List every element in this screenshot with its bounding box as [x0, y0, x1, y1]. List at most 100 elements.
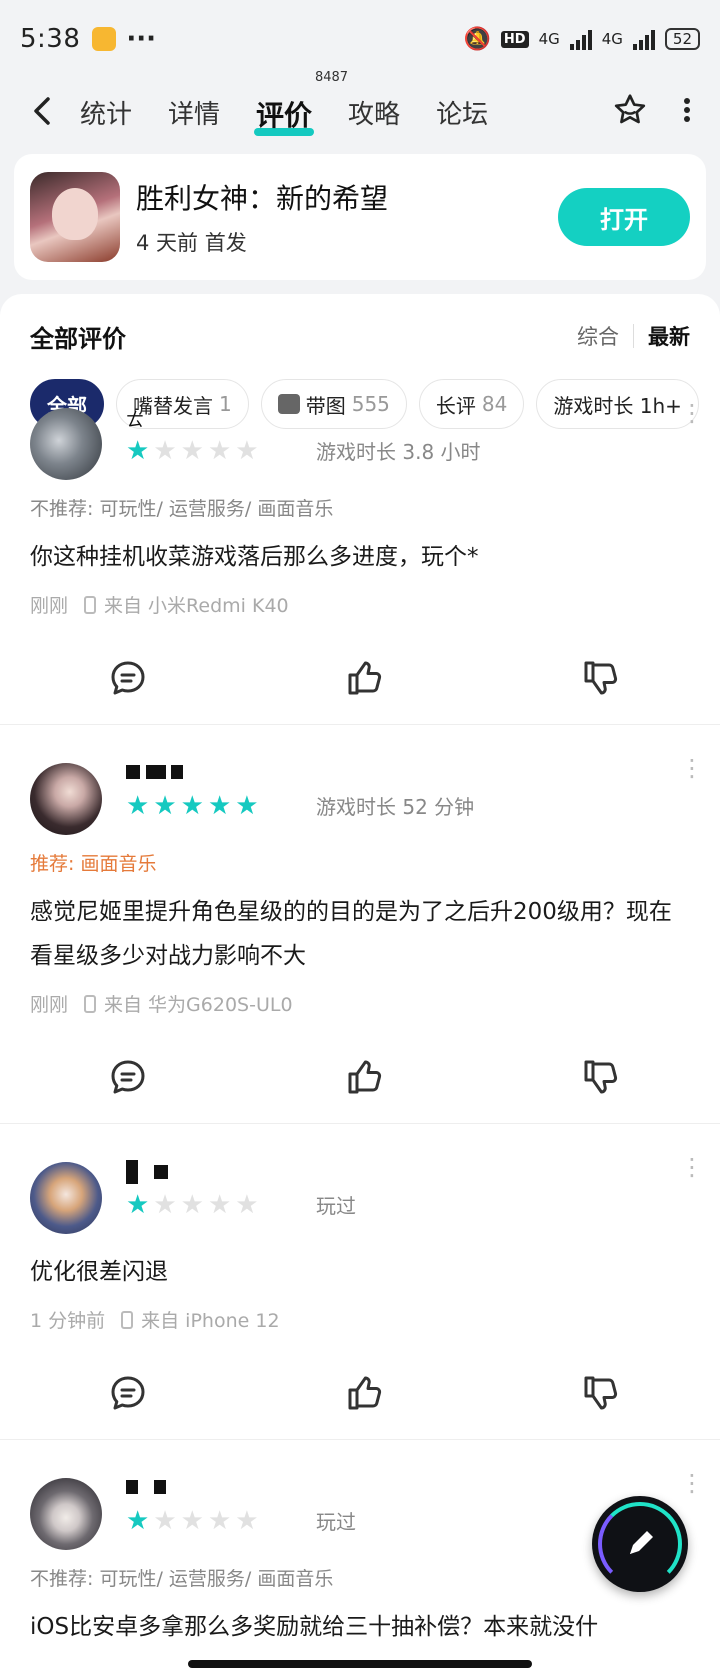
sort-comprehensive[interactable]: 综合 [577, 321, 619, 351]
tab-reviews-count: 8487 [314, 70, 349, 85]
star-icon: ★ [180, 791, 204, 821]
rating-stars: ★ ★ ★ ★ ★ [126, 793, 259, 819]
comment-icon[interactable] [108, 1057, 148, 1097]
redacted-name [126, 765, 140, 779]
star-icon: ★ [207, 1506, 232, 1536]
review-content[interactable]: 感觉尼姬里提升角色星级的的目的是为了之后升200级用？现在看星级多少对战力影响不… [30, 890, 690, 978]
status-bar: 5:38 ··· 🔕 HD 4G 4G 52 [0, 0, 720, 78]
favorite-star-icon[interactable] [612, 92, 648, 136]
review-list: ㄊ ★ ★ ★ ★ ★ 游戏时长 3.8 小时 ⋮ 不推荐: 可玩性/ 运营服务… [0, 401, 720, 1649]
review-time: 刚刚 [30, 595, 69, 617]
network-label-2: 4G [601, 30, 623, 48]
thumb-down-icon[interactable] [580, 658, 620, 698]
redacted-name [126, 1160, 138, 1184]
review-content[interactable]: 你这种挂机收菜游戏落后那么多进度，玩个* [30, 535, 690, 579]
review-more-icon[interactable]: ⋮ [680, 1155, 704, 1179]
tab-reviews[interactable]: 评价 8487 [254, 70, 348, 138]
home-indicator[interactable] [188, 1660, 532, 1668]
review-more-icon[interactable]: ⋮ [680, 1471, 704, 1495]
username[interactable]: ㄊ [126, 406, 144, 432]
tab-forum[interactable]: 论坛 [436, 90, 488, 138]
tab-reviews-label: 评价 [256, 99, 313, 132]
avatar[interactable] [30, 1162, 102, 1234]
review-tags: 不推荐: 可玩性/ 运营服务/ 画面音乐 [30, 1568, 334, 1590]
star-icon: ★ [126, 1506, 150, 1536]
playtime: 玩过 [316, 1510, 356, 1534]
username[interactable] [126, 1476, 166, 1497]
review-more-icon[interactable]: ⋮ [680, 756, 704, 780]
thumb-up-icon[interactable] [344, 658, 384, 698]
review-actions [30, 1347, 690, 1439]
top-nav: 统计 详情 评价 8487 攻略 论坛 [0, 70, 720, 150]
star-icon: ★ [126, 436, 150, 466]
write-review-button[interactable] [592, 1496, 688, 1592]
comment-icon[interactable] [108, 1373, 148, 1413]
review-meta: 1 分钟前 来自 iPhone 12 [30, 1306, 690, 1333]
avatar[interactable] [30, 763, 102, 835]
game-icon [30, 172, 120, 262]
review-content[interactable]: 优化很差闪退 [30, 1250, 690, 1294]
clock: 5:38 [20, 24, 81, 54]
avatar[interactable] [30, 1478, 102, 1550]
star-icon: ★ [235, 436, 259, 466]
review-device: 来自 华为G620S-UL0 [104, 994, 293, 1016]
thumb-up-icon[interactable] [344, 1373, 384, 1413]
playtime: 游戏时长 52 分钟 [316, 795, 475, 819]
game-title: 胜利女神：新的希望 [136, 182, 389, 215]
review-item: ㄊ ★ ★ ★ ★ ★ 游戏时长 3.8 小时 ⋮ 不推荐: 可玩性/ 运营服务… [0, 398, 720, 725]
redacted-name [171, 765, 184, 779]
review-actions [30, 1031, 690, 1123]
username[interactable] [126, 761, 184, 782]
star-icon: ★ [207, 1190, 232, 1220]
reviews-title: 全部评价 [30, 324, 126, 353]
thumb-up-icon[interactable] [344, 1057, 384, 1097]
mute-bell-icon: 🔕 [463, 26, 491, 52]
more-vertical-icon[interactable] [682, 95, 692, 133]
tab-stats[interactable]: 统计 [80, 90, 132, 138]
star-icon: ★ [153, 436, 177, 466]
redacted-name [145, 765, 166, 779]
star-icon: ★ [180, 1506, 204, 1536]
redacted-name [153, 1165, 168, 1179]
star-icon: ★ [235, 1190, 259, 1220]
sort-divider [633, 324, 634, 348]
back-chevron-icon[interactable] [28, 94, 68, 135]
open-game-button[interactable]: 打开 [558, 188, 690, 246]
star-icon: ★ [153, 1190, 177, 1220]
rating-stars: ★ ★ ★ ★ ★ [126, 1192, 259, 1218]
star-icon: ★ [235, 791, 259, 821]
review-content[interactable]: iOS比安卓多拿那么多奖励就给三十抽补偿？本来就没什 [30, 1605, 690, 1649]
thumb-down-icon[interactable] [580, 1057, 620, 1097]
playtime: 玩过 [316, 1194, 356, 1218]
review-time: 刚刚 [30, 994, 69, 1016]
star-icon: ★ [180, 436, 204, 466]
sort-newest[interactable]: 最新 [648, 321, 690, 351]
review-device: 来自 小米Redmi K40 [104, 595, 289, 617]
rating-stars: ★ ★ ★ ★ ★ [126, 1508, 259, 1534]
more-notifications-icon: ··· [126, 24, 157, 54]
avatar[interactable] [30, 408, 102, 480]
star-icon: ★ [180, 1190, 204, 1220]
star-icon: ★ [207, 791, 232, 821]
review-tags: 不推荐: 可玩性/ 运营服务/ 画面音乐 [30, 498, 334, 520]
username[interactable] [126, 1160, 168, 1184]
star-icon: ★ [207, 436, 232, 466]
star-icon: ★ [235, 1506, 259, 1536]
network-label-1: 4G [538, 30, 560, 48]
game-card[interactable]: 胜利女神：新的希望 4 天前 首发 打开 [14, 154, 706, 280]
star-icon: ★ [153, 1506, 177, 1536]
review-meta: 刚刚 来自 小米Redmi K40 [30, 591, 690, 618]
rating-stars: ★ ★ ★ ★ ★ [126, 438, 259, 464]
notification-app-icon [92, 27, 117, 51]
star-icon: ★ [126, 791, 150, 821]
tab-details[interactable]: 详情 [168, 90, 220, 138]
thumb-down-icon[interactable] [580, 1373, 620, 1413]
tab-guides[interactable]: 攻略 [348, 90, 400, 138]
star-icon: ★ [153, 791, 177, 821]
phone-icon [121, 1310, 134, 1329]
redacted-name [153, 1480, 166, 1494]
comment-icon[interactable] [108, 658, 148, 698]
hd-icon: HD [500, 30, 529, 48]
review-more-icon[interactable]: ⋮ [680, 401, 704, 425]
pen-icon [630, 1531, 653, 1554]
